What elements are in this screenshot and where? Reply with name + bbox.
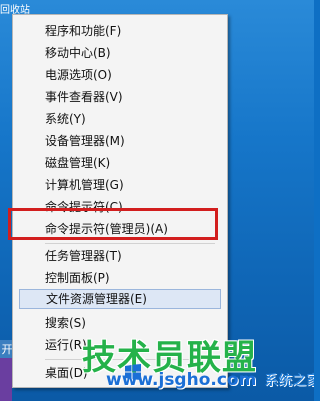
menu-item-task-manager[interactable]: 任务管理器(T): [19, 246, 221, 266]
menu-item-power-options[interactable]: 电源选项(O): [19, 65, 221, 85]
menu-item-programs-features[interactable]: 程序和功能(F): [19, 21, 221, 41]
menu-item-file-explorer[interactable]: 文件资源管理器(E): [19, 289, 221, 309]
desktop-background: 回收站 开 程序和功能(F) 移动中心(B) 电源选项(O) 事件查看器(V) …: [0, 0, 314, 401]
watermark-suffix: 系统之家: [264, 373, 314, 389]
menu-item-computer-management[interactable]: 计算机管理(G): [19, 175, 221, 195]
menu-item-mobility-center[interactable]: 移动中心(B): [19, 43, 221, 63]
annotation-highlight-box: [8, 208, 218, 240]
menu-item-system[interactable]: 系统(Y): [19, 109, 221, 129]
menu-item-control-panel[interactable]: 控制面板(P): [19, 268, 221, 288]
menu-separator: [45, 243, 215, 244]
site-watermark: 技术员联盟 www.jsgho.com 系统之家: [82, 330, 314, 401]
menu-item-device-manager[interactable]: 设备管理器(M): [19, 131, 221, 151]
start-screen-tile: [0, 358, 12, 401]
menu-item-disk-management[interactable]: 磁盘管理(K): [19, 153, 221, 173]
menu-item-event-viewer[interactable]: 事件查看器(V): [19, 87, 221, 107]
windows-logo-icon: [125, 364, 141, 380]
